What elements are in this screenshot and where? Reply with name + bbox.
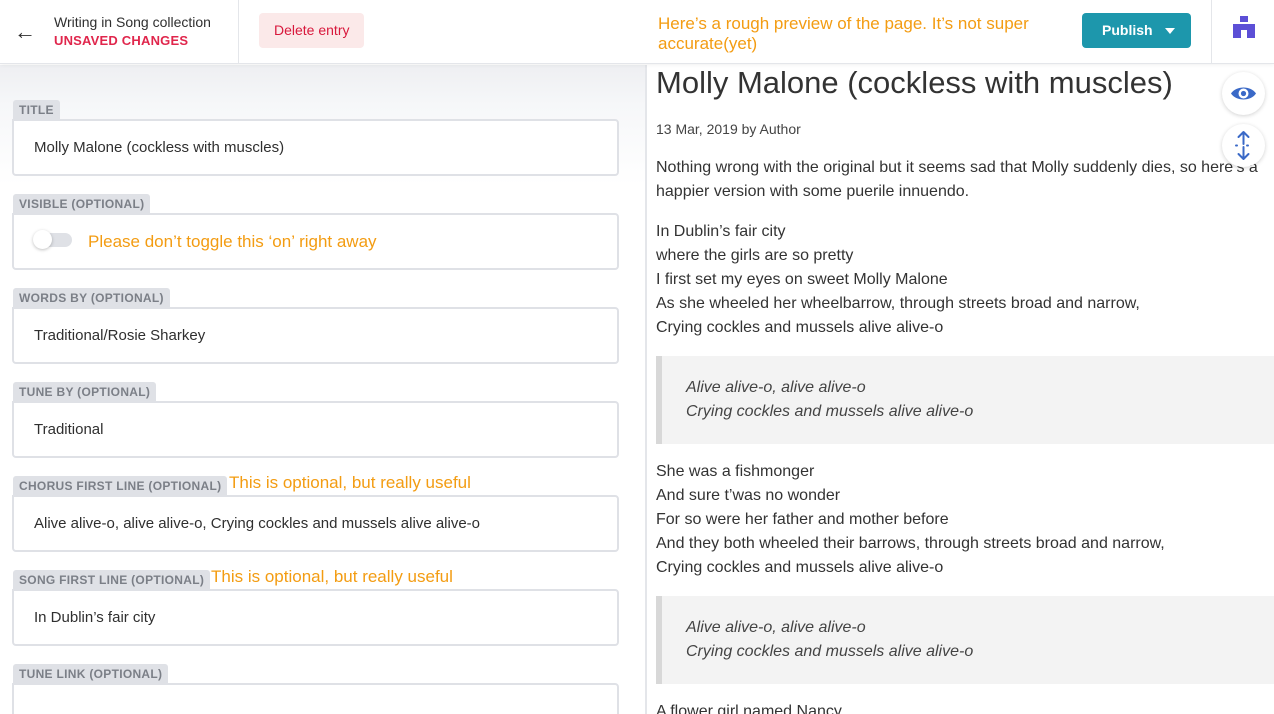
tune-by-input[interactable]: Traditional	[12, 401, 619, 458]
visible-hint: Please don’t toggle this ‘on’ right away	[88, 232, 377, 251]
toggle-preview-button[interactable]	[1222, 72, 1265, 115]
intro-line: Nothing wrong with the original but it s…	[656, 159, 1258, 176]
netlify-cms-icon[interactable]	[1233, 16, 1255, 40]
chorus-block: Alive alive-o, alive alive-o Crying cock…	[656, 356, 1274, 444]
title-input[interactable]: Molly Malone (cockless with muscles)	[12, 119, 619, 176]
verse-2: She was a fishmonger And sure t’was no w…	[656, 460, 1274, 580]
visible-toggle[interactable]	[33, 230, 72, 249]
intro-line: happier version with some puerile innuen…	[656, 183, 970, 200]
lyric-line: And they both wheeled their barrows, thr…	[656, 535, 1165, 552]
field-label: TUNE LINK (OPTIONAL)	[13, 664, 169, 683]
toolbar-divider	[238, 0, 239, 64]
visible-field: VISIBLE (OPTIONAL) Please don’t toggle t…	[12, 194, 619, 270]
toolbar-divider	[1211, 0, 1212, 64]
publish-button[interactable]: Publish	[1082, 13, 1191, 48]
chorus-line: Alive alive-o, alive alive-o	[686, 379, 866, 396]
preview-meta: 13 Mar, 2019 by Author	[656, 121, 801, 137]
lyric-line: Crying cockles and mussels alive alive-o	[656, 559, 944, 576]
words-by-field: WORDS BY (OPTIONAL) Traditional/Rosie Sh…	[12, 288, 619, 364]
sync-scroll-button[interactable]	[1222, 124, 1265, 167]
publish-label: Publish	[1102, 22, 1153, 38]
eye-icon	[1231, 87, 1256, 100]
song-first-line-hint: This is optional, but really useful	[211, 567, 453, 586]
lyric-line: where the girls are so pretty	[656, 247, 854, 264]
lyric-line: She was a fishmonger	[656, 463, 815, 480]
tune-link-field: TUNE LINK (OPTIONAL)	[12, 664, 619, 714]
field-label: TUNE BY (OPTIONAL)	[13, 382, 157, 401]
lyric-line: As she wheeled her wheelbarrow, through …	[656, 295, 1140, 312]
chorus-line: Crying cockles and mussels alive alive-o	[686, 643, 974, 660]
verse-3: A flower girl named Nancy	[656, 700, 1274, 714]
field-label: VISIBLE (OPTIONAL)	[13, 194, 151, 213]
preview-note: Here’s a rough preview of the page. It’s…	[658, 14, 1029, 53]
lyric-line: Crying cockles and mussels alive alive-o	[656, 319, 944, 336]
chorus-line: Alive alive-o, alive alive-o	[686, 619, 866, 636]
field-label: WORDS BY (OPTIONAL)	[13, 288, 170, 307]
toggle-knob[interactable]	[33, 230, 52, 249]
breadcrumb: Writing in Song collection UNSAVED CHANG…	[54, 13, 211, 48]
title-field: TITLE Molly Malone (cockless with muscle…	[12, 100, 619, 176]
preview-intro: Nothing wrong with the original but it s…	[656, 156, 1274, 204]
field-label: CHORUS FIRST LINE (OPTIONAL)	[13, 476, 228, 495]
delete-entry-button[interactable]: Delete entry	[259, 13, 365, 48]
song-first-line-input[interactable]: In Dublin’s fair city	[12, 589, 619, 646]
unsaved-status: UNSAVED CHANGES	[54, 33, 189, 48]
chorus-hint: This is optional, but really useful	[229, 473, 471, 492]
field-label: TITLE	[13, 100, 60, 119]
preview-pane: Molly Malone (cockless with muscles) 13 …	[647, 65, 1274, 714]
editor-toolbar: ← Writing in Song collection UNSAVED CHA…	[0, 0, 1274, 64]
visible-toggle-box: Please don’t toggle this ‘on’ right away	[12, 213, 619, 270]
chorus-block: Alive alive-o, alive alive-o Crying cock…	[656, 596, 1274, 684]
words-by-input[interactable]: Traditional/Rosie Sharkey	[12, 307, 619, 364]
lyric-line: In Dublin’s fair city	[656, 223, 786, 240]
song-first-line-field: SONG FIRST LINE (OPTIONAL) This is optio…	[12, 567, 619, 646]
lyric-line: I first set my eyes on sweet Molly Malon…	[656, 271, 948, 288]
collection-crumb[interactable]: Writing in Song collection	[54, 13, 211, 31]
chevron-down-icon	[1165, 28, 1175, 34]
chorus-first-line-input[interactable]: Alive alive-o, alive alive-o, Crying coc…	[12, 495, 619, 552]
editor-form: TITLE Molly Malone (cockless with muscle…	[0, 65, 645, 714]
lyric-line: For so were her father and mother before	[656, 511, 949, 528]
field-label: SONG FIRST LINE (OPTIONAL)	[13, 570, 211, 589]
preview-title: Molly Malone (cockless with muscles)	[656, 65, 1173, 100]
arrow-left-icon[interactable]: ←	[14, 20, 40, 44]
verse-1: In Dublin’s fair city where the girls ar…	[656, 220, 1274, 340]
chorus-line: Crying cockles and mussels alive alive-o	[686, 403, 974, 420]
sync-scroll-icon	[1235, 131, 1252, 160]
chorus-first-line-field: CHORUS FIRST LINE (OPTIONAL) This is opt…	[12, 473, 619, 552]
tune-link-input[interactable]	[12, 683, 619, 714]
lyric-line: A flower girl named Nancy	[656, 703, 842, 714]
lyric-line: And sure t’was no wonder	[656, 487, 841, 504]
tune-by-field: TUNE BY (OPTIONAL) Traditional	[12, 382, 619, 458]
